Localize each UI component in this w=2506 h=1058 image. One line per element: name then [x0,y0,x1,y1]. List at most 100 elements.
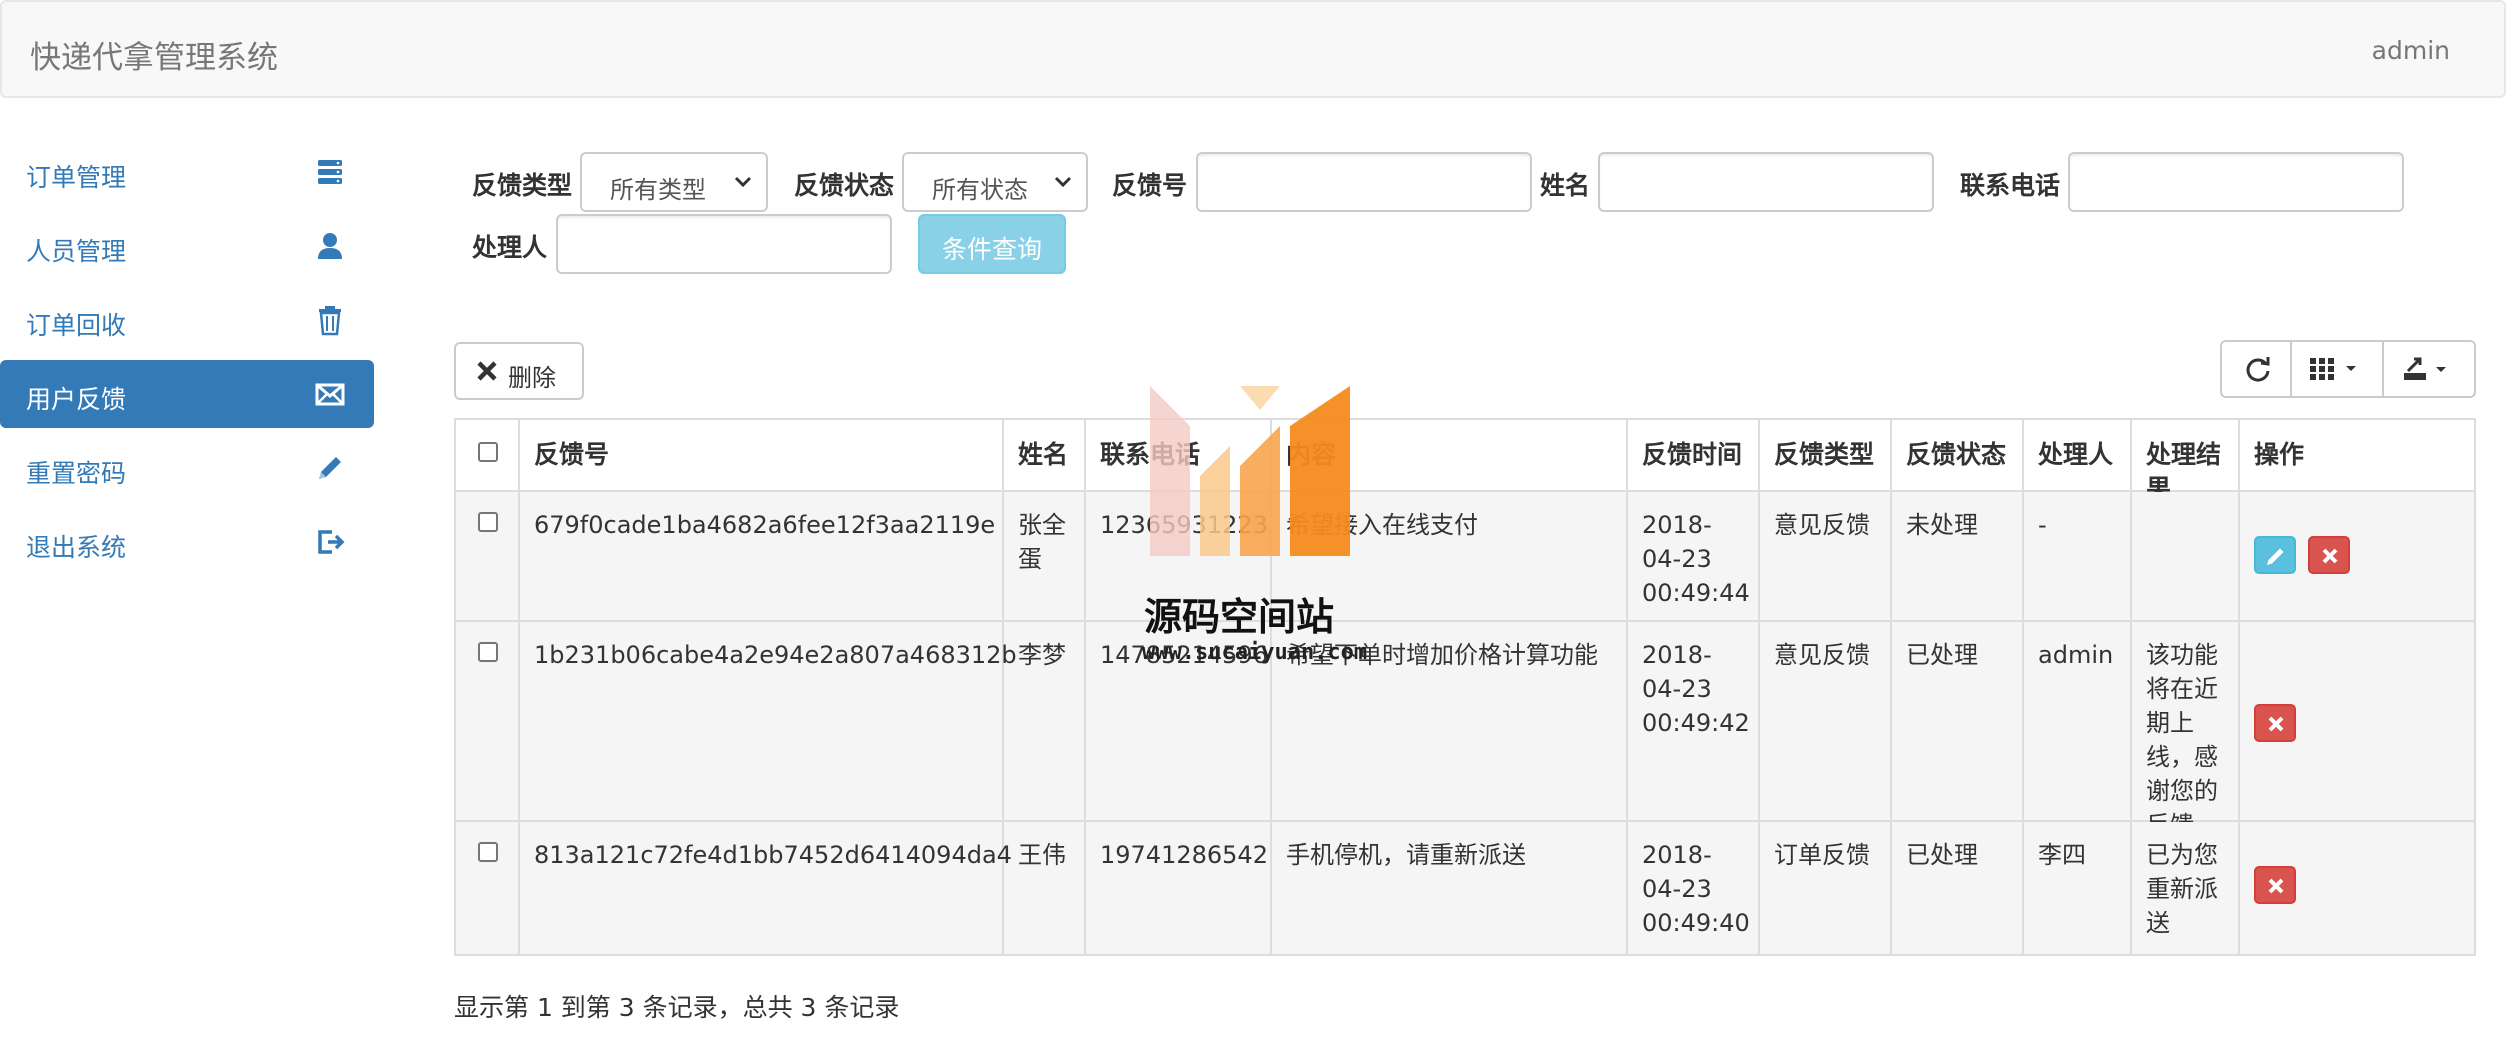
handler-cell: admin [2024,622,2132,820]
sidebar-item-staff[interactable]: 人员管理 [0,212,374,280]
envelope-icon [315,383,345,406]
feedback-id-input[interactable] [1196,152,1532,212]
sidebar-item-orders[interactable]: 订单管理 [0,138,374,206]
row-checkbox[interactable] [478,642,498,662]
actions-cell [2240,492,2476,620]
table-row[interactable]: 679f0cade1ba4682a6fee12f3aa2119e 张全蛋 123… [456,492,2474,622]
trash-icon [319,306,341,336]
feedback-type-label: 反馈类型 [472,171,573,200]
phone-cell: 19741286542 [1086,822,1272,954]
name-cell: 张全蛋 [1004,492,1086,620]
watermark-url: www.sucaiyuan.com [1142,640,1368,665]
header-cell[interactable]: 姓名 [1004,420,1086,490]
sidebar: 订单管理 人员管理 订单回收 用户反馈 重置密码 退出系统 [0,138,374,582]
name-label: 姓名 [1540,171,1591,200]
sidebar-item-reset-password[interactable]: 重置密码 [0,434,374,502]
export-button[interactable] [2384,342,2474,396]
header-cell[interactable]: 反馈时间 [1628,420,1760,490]
row-checkbox-cell [456,622,520,820]
phone-input[interactable] [2068,152,2404,212]
row-checkbox-cell [456,822,520,954]
sidebar-item-recycle[interactable]: 订单回收 [0,286,374,354]
query-button[interactable]: 条件查询 [918,214,1066,274]
sidebar-item-logout[interactable]: 退出系统 [0,508,374,576]
chevron-down-icon [1054,176,1072,188]
sidebar-item-label: 退出系统 [26,533,127,562]
phone-label: 联系电话 [1960,171,2061,200]
header-cell: 操作 [2254,440,2305,469]
feedback-id-cell: 1b231b06cabe4a2e94e2a807a468312b [520,622,1017,820]
name-input[interactable] [1598,152,1934,212]
top-navbar: 快递代拿管理系统 admin [0,0,2506,98]
actions-cell [2240,822,2476,954]
result-cell [2132,492,2240,620]
result-cell: 已为您重新派送 [2132,822,2240,954]
table-toolbar [2220,340,2476,398]
feedback-type-select[interactable]: 所有类型 [580,152,768,212]
delete-button-label: 删除 [508,364,556,392]
header-cell[interactable]: 反馈类型 [1760,420,1892,490]
time-cell: 2018-04-23 00:49:40 [1628,822,1760,954]
delete-button[interactable]: 删除 [454,342,584,400]
current-user[interactable]: admin [2372,36,2450,65]
status-cell: 已处理 [1892,622,2024,820]
close-icon [477,361,497,381]
type-cell: 意见反馈 [1760,622,1892,820]
actions-cell [2240,622,2476,820]
time-cell: 2018-04-23 00:49:42 [1628,622,1760,820]
name-cell: 李梦 [1004,622,1086,820]
status-cell: 已处理 [1892,822,2024,954]
handler-label: 处理人 [472,233,548,262]
feedback-type-value: 所有类型 [610,176,706,204]
columns-button[interactable] [2292,342,2384,396]
server-icon [318,160,342,184]
status-cell: 未处理 [1892,492,2024,620]
feedback-status-select[interactable]: 所有状态 [902,152,1088,212]
table-row[interactable]: 813a121c72fe4d1bb7452d6414094da4 王伟 1974… [456,822,2474,954]
app-brand[interactable]: 快递代拿管理系统 [30,32,278,77]
sidebar-item-label: 人员管理 [26,237,127,266]
pencil-icon [319,457,341,479]
select-all-checkbox[interactable] [478,442,498,462]
close-icon [2268,716,2284,732]
name-cell: 王伟 [1004,822,1086,954]
sidebar-item-label: 重置密码 [26,459,127,488]
type-cell: 意见反馈 [1760,492,1892,620]
delete-row-button[interactable] [2307,536,2350,574]
pagination-summary: 显示第 1 到第 3 条记录，总共 3 条记录 [454,993,900,1022]
close-icon [2268,878,2284,894]
feedback-status-label: 反馈状态 [794,171,895,200]
header-checkbox-cell [456,420,520,490]
header-cell[interactable]: 反馈状态 [1892,420,2024,490]
pencil-icon [2267,548,2284,565]
sidebar-item-feedback[interactable]: 用户反馈 [0,360,374,428]
row-checkbox[interactable] [478,512,498,532]
refresh-button[interactable] [2222,342,2292,396]
sidebar-item-label: 订单管理 [26,163,127,192]
sidebar-item-label: 订单回收 [26,311,127,340]
feedback-id-cell: 679f0cade1ba4682a6fee12f3aa2119e [520,492,1004,620]
handler-cell: 李四 [2024,822,2132,954]
grid-icon [2310,358,2356,380]
row-checkbox[interactable] [478,842,498,862]
export-icon [2404,357,2446,380]
table-row[interactable]: 1b231b06cabe4a2e94e2a807a468312b 李梦 1478… [456,622,2476,839]
row-checkbox-cell [456,492,520,620]
delete-row-button[interactable] [2254,866,2296,904]
close-icon [2322,548,2338,564]
handler-input[interactable] [556,214,892,274]
header-cell[interactable]: 处理人 [2024,420,2132,490]
sidebar-item-label: 用户反馈 [26,385,127,414]
edit-button[interactable] [2254,536,2296,574]
user-icon [318,233,342,259]
delete-row-button[interactable] [2254,704,2296,742]
header-cell[interactable]: 处理结果 [2132,420,2240,503]
header-cell[interactable]: 反馈号 [520,420,1004,490]
chevron-down-icon [734,176,752,188]
type-cell: 订单反馈 [1760,822,1892,954]
content-cell: 手机停机，请重新派送 [1272,822,1628,954]
feedback-table: 反馈号 姓名 联系电话 内容 反馈时间 反馈类型 反馈状态 处理人 处理结果 操… [454,418,2476,956]
time-cell: 2018-04-23 00:49:44 [1628,492,1760,620]
feedback-status-value: 所有状态 [932,176,1028,204]
watermark-title: 源码空间站 [1144,595,1335,639]
